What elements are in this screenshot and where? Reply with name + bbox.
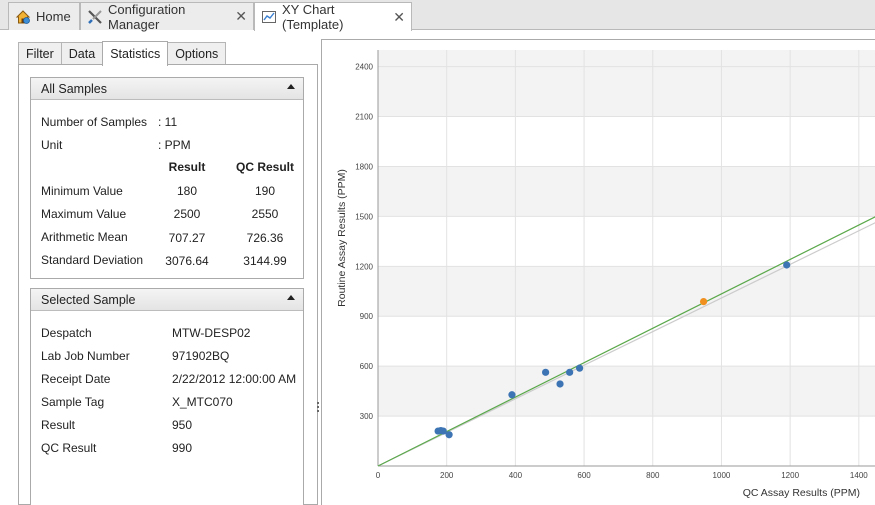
data-point	[566, 368, 574, 376]
receipt-date-value: 2/22/2012 12:00:00 AM	[172, 372, 297, 386]
sample-tag-label: Sample Tag	[41, 395, 105, 409]
tab-options[interactable]: Options	[167, 42, 227, 65]
all-samples-header[interactable]: All Samples	[31, 78, 303, 100]
grid-band	[378, 366, 875, 417]
result-value: 950	[172, 418, 193, 432]
grid-band	[378, 166, 875, 217]
y-tick-label: 2400	[355, 63, 373, 72]
x-tick-label: 1400	[850, 471, 868, 480]
close-icon[interactable]: ✕	[235, 8, 247, 25]
tools-icon	[87, 9, 103, 25]
tab-configuration-manager-label: Configuration Manager	[108, 1, 186, 32]
lab-job-number-label: Lab Job Number	[41, 349, 130, 363]
unit-label: Unit	[41, 138, 63, 152]
stat-result: 180	[176, 184, 198, 198]
panel-splitter[interactable]	[317, 402, 320, 416]
stat-qc-result: 2550	[251, 207, 279, 221]
data-point	[542, 368, 550, 376]
statistics-panel: All Samples Number of Samples : 11 Unit …	[18, 64, 318, 505]
collapse-arrow-icon[interactable]	[287, 295, 295, 300]
y-tick-label: 600	[360, 362, 374, 371]
stat-label: Arithmetic Mean	[41, 230, 128, 244]
y-tick-label: 300	[360, 412, 374, 421]
x-tick-label: 800	[646, 471, 660, 480]
trend-line	[377, 216, 875, 467]
qc-result-label: QC Result	[41, 441, 97, 455]
x-tick-label: 0	[376, 471, 381, 480]
qc-result-column-header: QC Result	[235, 160, 294, 174]
document-tab-bar: Home Configuration Manager ✕ XY Chart (T…	[0, 0, 875, 32]
result-label: Result	[41, 418, 76, 432]
x-tick-label: 400	[509, 471, 523, 480]
stat-qc-result: 3144.99	[243, 254, 287, 268]
tab-configuration-manager[interactable]: Configuration Manager ✕	[80, 1, 254, 32]
lab-job-number-value: 971902BQ	[172, 349, 230, 363]
x-tick-label: 600	[577, 471, 591, 480]
unit-value: : PPM	[158, 138, 191, 152]
y-tick-label: 900	[360, 312, 374, 321]
data-point	[783, 261, 791, 269]
all-samples-title: All Samples	[41, 81, 107, 96]
receipt-date-label: Receipt Date	[41, 372, 111, 386]
x-axis-label: QC Assay Results (PPM)	[743, 487, 860, 499]
x-tick-label: 200	[440, 471, 454, 480]
number-of-samples-label: Number of Samples	[41, 115, 148, 129]
y-tick-label: 1800	[355, 162, 373, 171]
stat-label: Minimum Value	[41, 184, 123, 198]
stat-result: 3076.64	[165, 254, 209, 268]
data-point	[556, 380, 564, 388]
x-tick-label: 1000	[713, 471, 731, 480]
tab-home[interactable]: Home	[8, 2, 80, 30]
y-tick-label: 2100	[355, 113, 373, 122]
tab-data[interactable]: Data	[60, 42, 104, 65]
close-icon[interactable]: ✕	[393, 9, 405, 26]
data-point	[508, 391, 516, 399]
stat-result: 707.27	[168, 231, 206, 245]
stat-result: 2500	[173, 207, 201, 221]
number-of-samples-value: : 11	[158, 115, 178, 129]
xy-chart-panel: 300 600 900 1200 1500 1800 2100 2400 0 200 400 600 8…	[321, 39, 875, 505]
x-tick-label: 1200	[781, 471, 799, 480]
y-tick-label: 1200	[355, 262, 373, 271]
collapse-arrow-icon[interactable]	[287, 84, 295, 89]
data-point	[576, 364, 584, 372]
y-axis-label: Routine Assay Results (PPM)	[336, 169, 348, 307]
result-column-header: Result	[168, 160, 206, 174]
chart-icon	[261, 9, 277, 25]
selected-sample-title: Selected Sample	[41, 292, 136, 307]
grid-band	[378, 50, 875, 67]
selected-sample-group: Selected Sample Despatch MTW-DESP02 Lab …	[30, 288, 304, 505]
qc-result-value: 990	[172, 441, 193, 455]
stat-qc-result: 726.36	[246, 231, 284, 245]
data-point	[445, 431, 453, 439]
xy-chart[interactable]: 300 600 900 1200 1500 1800 2100 2400 0 200 400 600 8…	[322, 40, 875, 505]
all-samples-group: All Samples Number of Samples : 11 Unit …	[30, 77, 304, 279]
tab-home-label: Home	[36, 9, 71, 24]
tab-xy-chart[interactable]: XY Chart (Template) ✕	[254, 2, 412, 32]
grid-band	[378, 66, 875, 117]
despatch-value: MTW-DESP02	[172, 326, 251, 340]
selected-sample-header[interactable]: Selected Sample	[31, 289, 303, 311]
tab-statistics[interactable]: Statistics	[102, 41, 169, 66]
sample-tag-value: X_MTC070	[172, 395, 233, 409]
panel-tab-bar: Filter Data Statistics Options	[18, 41, 227, 66]
trend-line	[377, 222, 875, 467]
tab-xy-chart-label: XY Chart (Template)	[282, 2, 344, 32]
y-tick-label: 1500	[355, 212, 373, 221]
stat-qc-result: 190	[254, 184, 276, 198]
data-point	[699, 297, 708, 306]
grid-band	[378, 266, 875, 317]
tab-filter[interactable]: Filter	[18, 42, 62, 65]
despatch-label: Despatch	[41, 326, 92, 340]
stat-label: Maximum Value	[41, 207, 127, 221]
stat-label: Standard Deviation	[41, 253, 144, 267]
home-icon	[15, 9, 31, 25]
